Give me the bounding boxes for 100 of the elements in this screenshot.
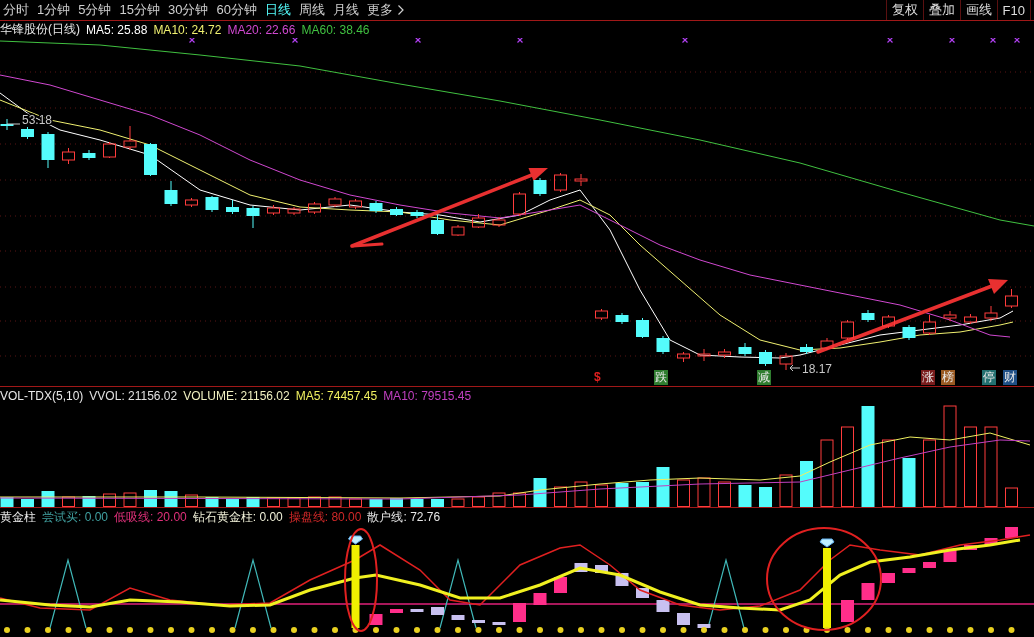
toolbar-button[interactable]: F10	[996, 0, 1031, 20]
marker-dot	[188, 627, 195, 633]
peak-line	[707, 557, 745, 629]
indicator-value: MA60: 38.46	[301, 22, 370, 37]
period-tab[interactable]: 60分钟	[213, 0, 260, 20]
cross-mark-icon	[681, 38, 689, 44]
indicator-value: MA5: 25.88	[86, 22, 148, 37]
volume-bar	[902, 458, 916, 507]
cross-mark-icon	[188, 38, 196, 44]
candlestick	[595, 308, 608, 321]
more-menu-button[interactable]: 更多	[363, 0, 407, 20]
indicator-bar	[390, 609, 403, 613]
candlestick	[267, 204, 280, 216]
period-tab[interactable]: 月线	[329, 0, 362, 20]
candlestick	[861, 309, 875, 323]
volume-bar	[677, 479, 690, 507]
period-tab[interactable]: 周线	[295, 0, 328, 20]
volume-bar	[62, 496, 75, 507]
volume-bar	[0, 497, 14, 507]
indicator-bar	[513, 603, 526, 622]
candlestick	[943, 310, 957, 322]
indicator-bar	[472, 620, 485, 623]
volume-bar	[697, 477, 711, 507]
marker-dot	[393, 627, 400, 633]
volume-bar	[595, 484, 608, 507]
volume-bar	[123, 492, 137, 507]
marker-dot	[86, 627, 92, 633]
marker-dot	[414, 627, 420, 633]
marker-dot	[721, 627, 728, 633]
volume-bar	[923, 439, 936, 507]
period-tab[interactable]: 5分钟	[75, 0, 115, 20]
marker-dot	[4, 627, 10, 633]
candlestick	[0, 118, 14, 131]
marker-dot	[844, 627, 851, 633]
candlestick	[984, 305, 998, 322]
volume-bar	[246, 497, 260, 507]
volume-bar	[287, 497, 301, 507]
volume-bar	[800, 461, 813, 507]
marker-dot	[824, 627, 830, 633]
indicator-value: 尝试买: 0.00	[42, 508, 109, 526]
price-label: 18.17	[802, 362, 833, 376]
marker-dot	[209, 627, 215, 633]
candlestick	[574, 173, 588, 187]
indicator-value: 操盘线: 80.00	[288, 508, 362, 526]
marker-dot	[475, 627, 482, 633]
indicator-bar	[595, 565, 608, 573]
indicator-bar	[636, 588, 649, 598]
period-tab[interactable]: 分时	[0, 0, 32, 20]
candlestick	[820, 337, 834, 351]
candlestick	[779, 352, 793, 371]
period-tab[interactable]: 15分钟	[116, 0, 163, 20]
indicator-bar	[964, 545, 977, 550]
candlestick	[738, 342, 752, 357]
indicator-value: 钻石黄金柱: 0.00	[192, 508, 283, 526]
volume-bar	[226, 499, 239, 507]
diamond-icon	[348, 535, 363, 545]
indicator-bar	[984, 538, 998, 545]
candlestick	[349, 198, 362, 210]
indicator-bar	[902, 568, 916, 573]
event-badge: 跌	[654, 370, 668, 385]
candlestick	[533, 177, 547, 197]
marker-dot	[967, 627, 974, 633]
candlestick	[41, 131, 55, 169]
candlestick	[308, 201, 321, 215]
cross-mark-icon	[516, 38, 524, 44]
volume-bar	[390, 498, 403, 507]
volume-bar	[492, 492, 506, 507]
volume-bar	[656, 467, 670, 507]
candlestick	[554, 172, 567, 193]
marker-dot	[783, 627, 789, 633]
candlestick	[492, 216, 506, 228]
candlestick	[902, 324, 916, 341]
period-tab[interactable]: 30分钟	[164, 0, 212, 20]
event-badge: 榜	[941, 370, 955, 385]
marker-dot	[516, 627, 523, 633]
marker-dot	[639, 627, 646, 633]
indicator-value: MA10: 24.72	[153, 22, 222, 37]
indicator-value: MA20: 22.66	[227, 22, 296, 37]
volume-bar	[636, 482, 649, 507]
chevron-icon	[397, 5, 404, 15]
candlestick	[369, 200, 383, 214]
period-tab[interactable]: 1分钟	[34, 0, 74, 20]
candlestick	[328, 196, 342, 208]
candlestick	[62, 147, 75, 165]
event-badge: 财	[1003, 370, 1017, 385]
volume-bar	[431, 499, 444, 507]
volume-bar	[472, 496, 485, 507]
candlestick	[1005, 288, 1018, 309]
marker-dot	[1008, 627, 1015, 633]
volume-bar	[103, 493, 116, 507]
period-tab[interactable]: 日线	[261, 0, 294, 20]
volume-bar	[21, 499, 34, 507]
marker-dot	[250, 627, 256, 633]
marker-dot	[496, 627, 502, 633]
indicator-bar	[656, 600, 670, 612]
cross-mark-icon	[414, 38, 422, 44]
volume-bar	[820, 439, 834, 507]
candlestick	[615, 312, 629, 325]
chart-title: 黄金柱	[0, 508, 36, 526]
marker-dot	[147, 627, 154, 633]
